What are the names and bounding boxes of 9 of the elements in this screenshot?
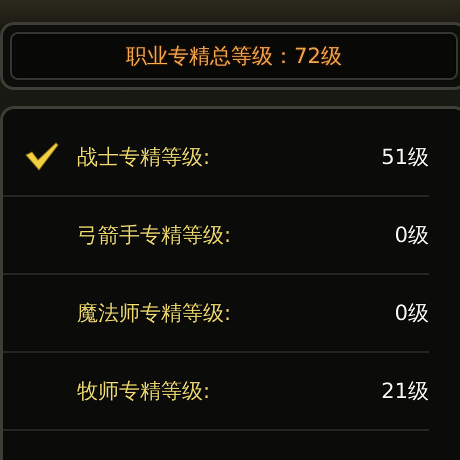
level-value: 0级 [394, 222, 429, 249]
class-level-label: 牧师专精等级: [77, 378, 212, 405]
class-level-label: 魔法师专精等级: [77, 300, 232, 327]
class-level-label: 弓箭手专精等级: [77, 222, 232, 249]
class-level-label: 战士专精等级: [77, 144, 212, 171]
level-value: 51级 [381, 144, 429, 171]
level-value: 0级 [394, 300, 429, 327]
total-level-text: 职业专精总等级：72级 [126, 43, 342, 70]
level-value: 21级 [381, 378, 429, 405]
